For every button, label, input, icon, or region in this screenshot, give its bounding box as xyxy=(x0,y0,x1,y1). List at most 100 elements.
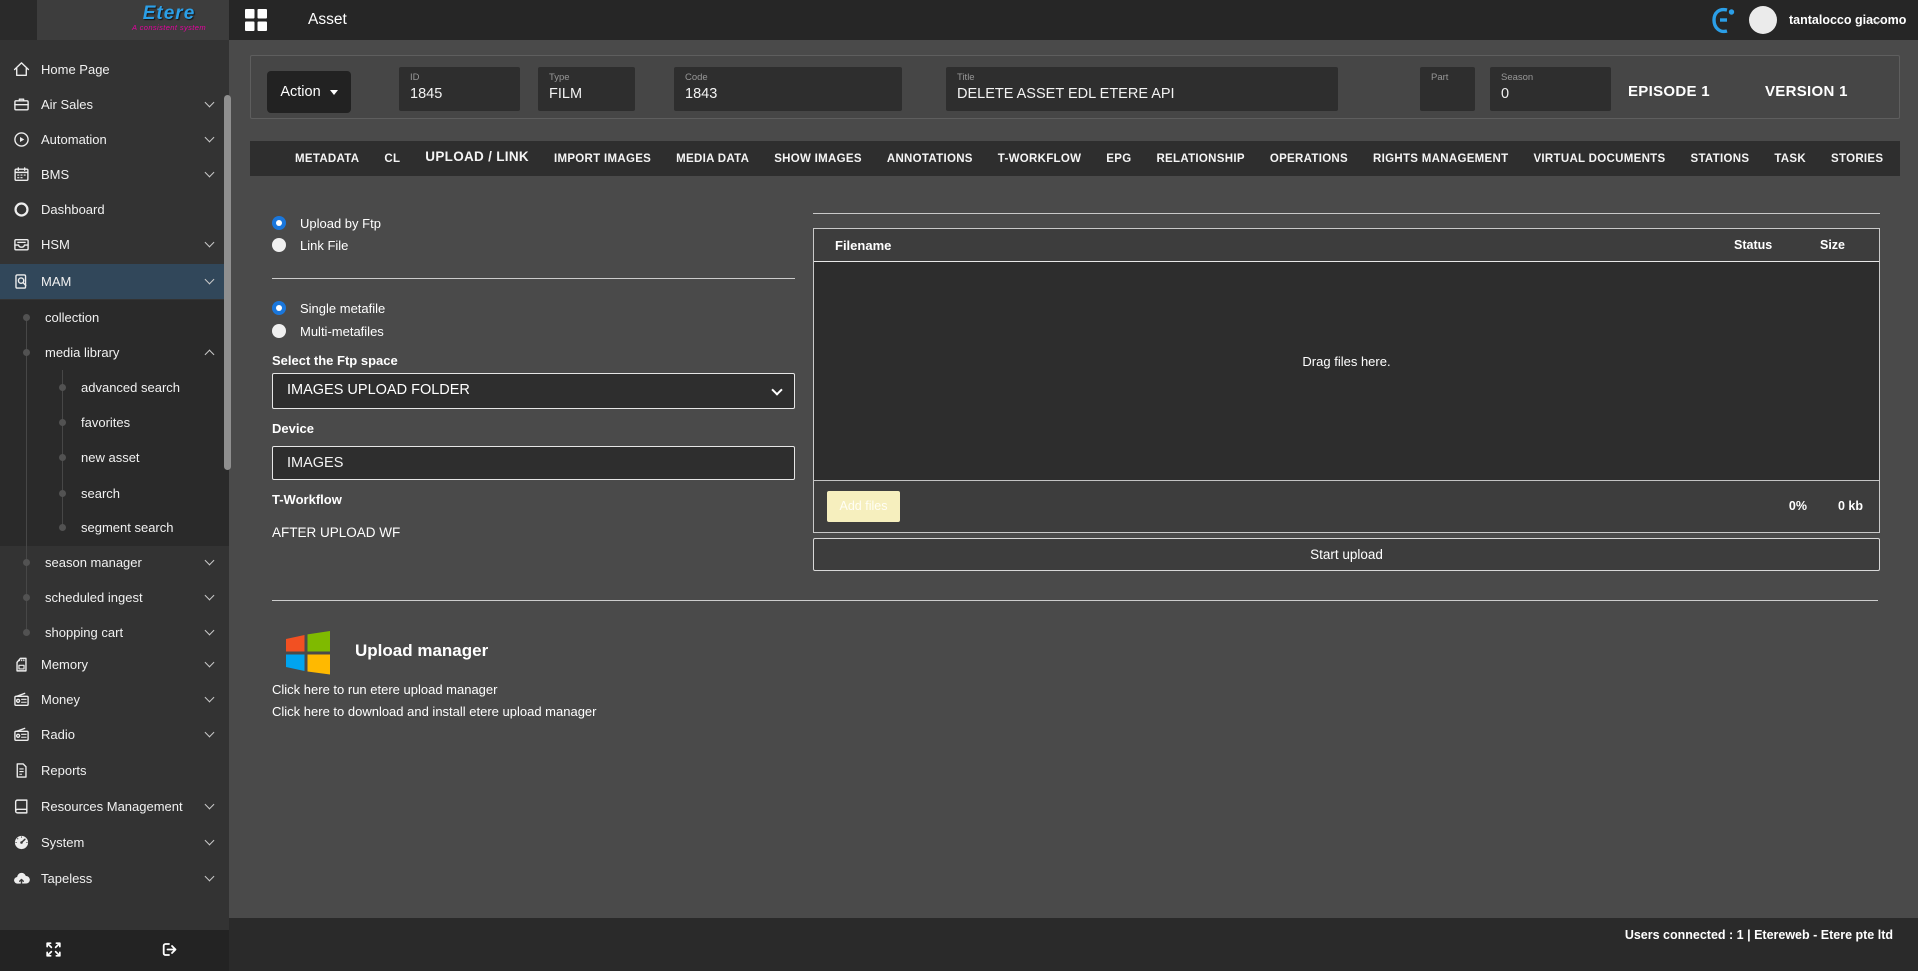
radio-selected-icon xyxy=(272,301,286,315)
sidebar-item-home-page[interactable]: Home Page xyxy=(0,52,229,87)
chevron-down-icon xyxy=(205,658,215,668)
tab-import-images[interactable]: IMPORT IMAGES xyxy=(554,153,651,165)
sidebar-item-memory[interactable]: Memory xyxy=(0,647,229,682)
upload-by-ftp-radio[interactable]: Upload by Ftp xyxy=(272,214,381,232)
sidebar-item-scheduled-ingest[interactable]: scheduled ingest xyxy=(0,580,229,615)
sidebar-item-label: Reports xyxy=(41,763,87,778)
home-icon xyxy=(13,61,30,78)
id-field: ID 1845 xyxy=(399,67,520,111)
tab-stations[interactable]: STATIONS xyxy=(1690,153,1749,165)
tree-dot xyxy=(59,490,66,497)
part-field-label: Part xyxy=(1431,72,1464,84)
sidebar-scrollbar[interactable] xyxy=(224,95,231,470)
upload-file-table: Filename Status Size Drag files here. Ad… xyxy=(813,228,1880,533)
sidebar-item-reports[interactable]: Reports xyxy=(0,753,229,788)
tab-rights-management[interactable]: RIGHTS MANAGEMENT xyxy=(1373,153,1508,165)
tree-dot xyxy=(23,349,30,356)
filename-column-header: Filename xyxy=(835,229,891,262)
sidebar-item-label: scheduled ingest xyxy=(45,590,143,605)
apps-grid-icon[interactable] xyxy=(245,9,267,31)
sidebar-item-label: BMS xyxy=(41,167,69,182)
radio-icon xyxy=(13,691,30,708)
multi-metafiles-radio[interactable]: Multi-metafiles xyxy=(272,322,384,340)
sidebar-item-new-asset[interactable]: new asset xyxy=(0,440,229,475)
start-upload-button[interactable]: Start upload xyxy=(813,538,1880,571)
chevron-down-icon xyxy=(205,168,215,178)
title-field-value: DELETE ASSET EDL ETERE API xyxy=(957,84,1327,104)
sidebar-item-collection[interactable]: collection xyxy=(0,300,229,335)
chevron-down-icon xyxy=(205,556,215,566)
sidebar-item-media-library[interactable]: media library xyxy=(0,335,229,370)
sidebar-item-hsm[interactable]: HSM xyxy=(0,227,229,262)
sidebar-item-bms[interactable]: BMS xyxy=(0,157,229,192)
sidebar-item-automation[interactable]: Automation xyxy=(0,122,229,157)
sidebar-item-air-sales[interactable]: Air Sales xyxy=(0,87,229,122)
ftp-space-select[interactable]: IMAGES UPLOAD FOLDER xyxy=(272,373,795,409)
logout-button[interactable] xyxy=(160,940,180,959)
link-file-radio[interactable]: Link File xyxy=(272,236,348,254)
file-dropzone[interactable]: Drag files here. xyxy=(814,262,1879,481)
chevron-down-icon xyxy=(205,626,215,636)
tree-dot xyxy=(59,524,66,531)
sd-card-icon xyxy=(13,656,30,673)
device-input[interactable] xyxy=(272,446,795,480)
add-files-button[interactable]: Add files xyxy=(827,491,900,522)
brand-logo-area: Etere A consistent system xyxy=(0,0,229,40)
divider xyxy=(272,278,795,279)
type-field-label: Type xyxy=(549,72,624,84)
chevron-down-icon xyxy=(205,591,215,601)
tab-show-images[interactable]: SHOW IMAGES xyxy=(774,153,862,165)
sidebar-item-season-manager[interactable]: season manager xyxy=(0,545,229,580)
document-search-icon xyxy=(13,273,30,290)
sidebar-item-search[interactable]: search xyxy=(0,476,229,511)
upload-table-footer: Add files 0% 0 kb xyxy=(814,481,1879,532)
sidebar-item-label: Home Page xyxy=(41,62,110,77)
download-upload-manager-link[interactable]: Click here to download and install etere… xyxy=(272,704,596,719)
radio-label: Single metafile xyxy=(300,301,385,316)
tab-cl[interactable]: CL xyxy=(384,153,400,165)
device-label: Device xyxy=(272,421,314,436)
tab-relationship[interactable]: RELATIONSHIP xyxy=(1156,153,1244,165)
season-field-label: Season xyxy=(1501,72,1600,84)
document-icon xyxy=(13,762,30,779)
upload-table-header: Filename Status Size xyxy=(814,229,1879,262)
sidebar-item-system[interactable]: System xyxy=(0,825,229,860)
tab-virtual-documents[interactable]: VIRTUAL DOCUMENTS xyxy=(1533,153,1665,165)
action-button[interactable]: Action xyxy=(267,71,351,113)
sidebar-item-label: Money xyxy=(41,692,80,707)
tab-metadata[interactable]: METADATA xyxy=(295,153,359,165)
sidebar-item-shopping-cart[interactable]: shopping cart xyxy=(0,615,229,650)
single-metafile-radio[interactable]: Single metafile xyxy=(272,299,385,317)
topbar: Etere A consistent system Asset tantaloc… xyxy=(0,0,1918,40)
t-workflow-value: AFTER UPLOAD WF xyxy=(272,525,400,540)
sidebar-item-advanced-search[interactable]: advanced search xyxy=(0,370,229,405)
tab-epg[interactable]: EPG xyxy=(1106,153,1131,165)
tab-stories[interactable]: STORIES xyxy=(1831,153,1883,165)
sidebar-item-radio[interactable]: Radio xyxy=(0,717,229,752)
fullscreen-button[interactable] xyxy=(44,940,63,959)
sidebar-item-tapeless[interactable]: Tapeless xyxy=(0,861,229,896)
episode-value: EPISODE 1 xyxy=(1628,83,1710,100)
tab-t-workflow[interactable]: T-WORKFLOW xyxy=(998,153,1081,165)
run-upload-manager-link[interactable]: Click here to run etere upload manager xyxy=(272,682,497,697)
title-field-label: Title xyxy=(957,72,1327,84)
tab-task[interactable]: TASK xyxy=(1774,153,1806,165)
tab-media-data[interactable]: MEDIA DATA xyxy=(676,153,749,165)
title-field: Title DELETE ASSET EDL ETERE API xyxy=(946,67,1338,111)
sidebar-item-resources-management[interactable]: Resources Management xyxy=(0,789,229,824)
sidebar-item-money[interactable]: Money xyxy=(0,682,229,717)
cloud-upload-icon xyxy=(13,870,30,887)
sidebar-item-dashboard[interactable]: Dashboard xyxy=(0,192,229,227)
tree-dot xyxy=(23,559,30,566)
tab-upload-link[interactable]: UPLOAD / LINK xyxy=(425,149,529,164)
briefcase-icon xyxy=(13,96,30,113)
sidebar-item-favorites[interactable]: favorites xyxy=(0,405,229,440)
sidebar-item-mam[interactable]: MAM xyxy=(0,264,229,299)
sidebar-item-label: HSM xyxy=(41,237,70,252)
sidebar-item-segment-search[interactable]: segment search xyxy=(0,510,229,545)
dropzone-text: Drag files here. xyxy=(814,354,1879,369)
tab-annotations[interactable]: ANNOTATIONS xyxy=(887,153,973,165)
tab-operations[interactable]: OPERATIONS xyxy=(1270,153,1348,165)
sidebar-item-label: Memory xyxy=(41,657,88,672)
user-menu[interactable] xyxy=(1698,0,1918,40)
